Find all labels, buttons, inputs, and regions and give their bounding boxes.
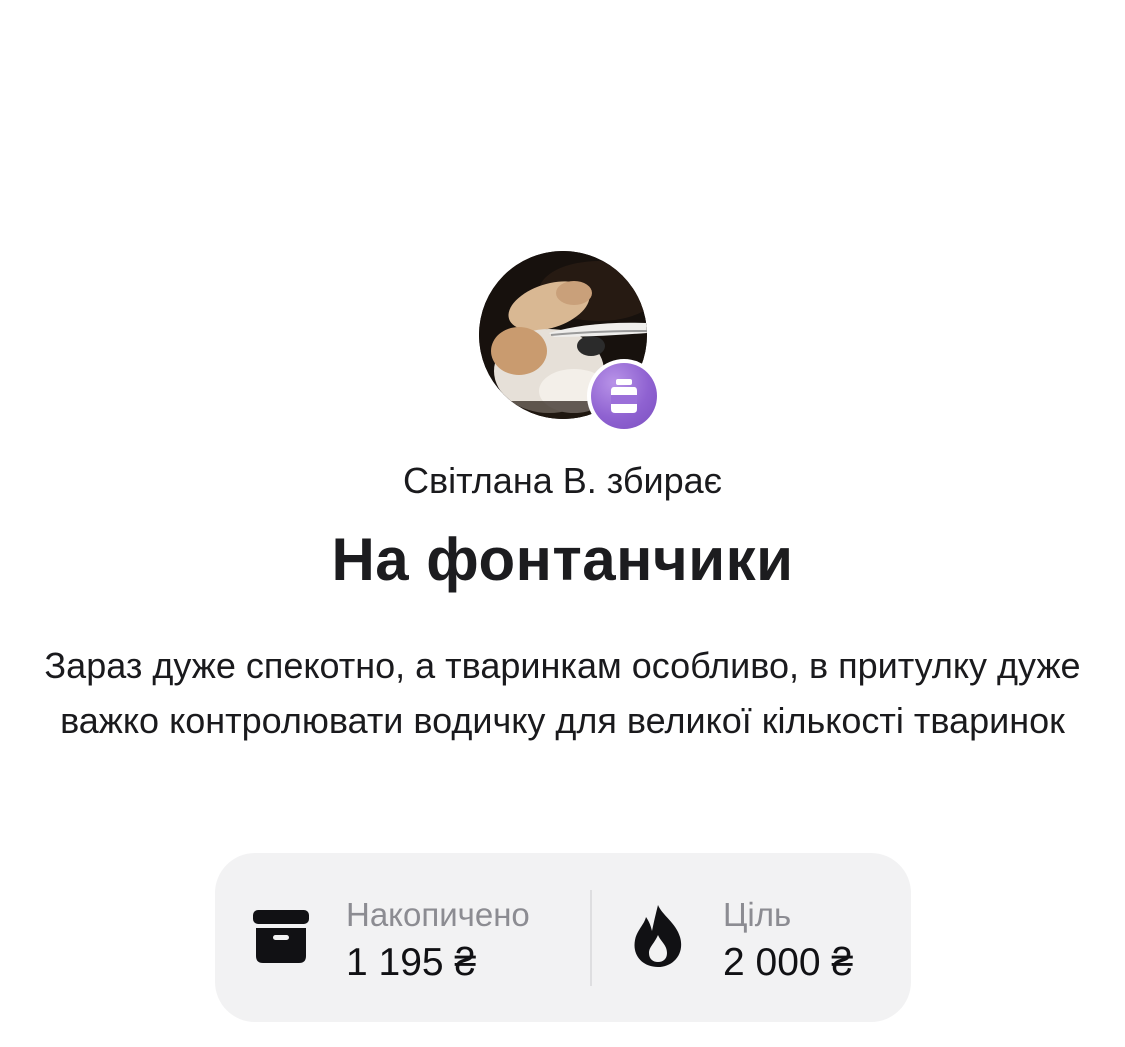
jar-badge — [587, 359, 661, 433]
flame-icon — [632, 905, 684, 972]
jar-title: На фонтанчики — [331, 526, 794, 593]
collected-value: 1 195 ₴ — [346, 941, 477, 984]
stats-card: Накопичено 1 195 ₴ Ціль 2 000 ₴ — [215, 853, 911, 1022]
owner-line: Світлана В. збирає — [402, 460, 722, 501]
jar-icon — [591, 363, 657, 429]
stat-goal: Ціль 2 000 ₴ — [592, 853, 911, 1022]
stat-collected: Накопичено 1 195 ₴ — [215, 853, 590, 1022]
jar-description: Зараз дуже спекотно, а тваринкам особлив… — [44, 645, 1081, 741]
goal-label: Ціль — [723, 896, 792, 933]
box-icon — [253, 910, 309, 968]
owner-avatar — [479, 251, 661, 433]
goal-value: 2 000 ₴ — [723, 941, 854, 984]
collected-label: Накопичено — [346, 896, 530, 933]
